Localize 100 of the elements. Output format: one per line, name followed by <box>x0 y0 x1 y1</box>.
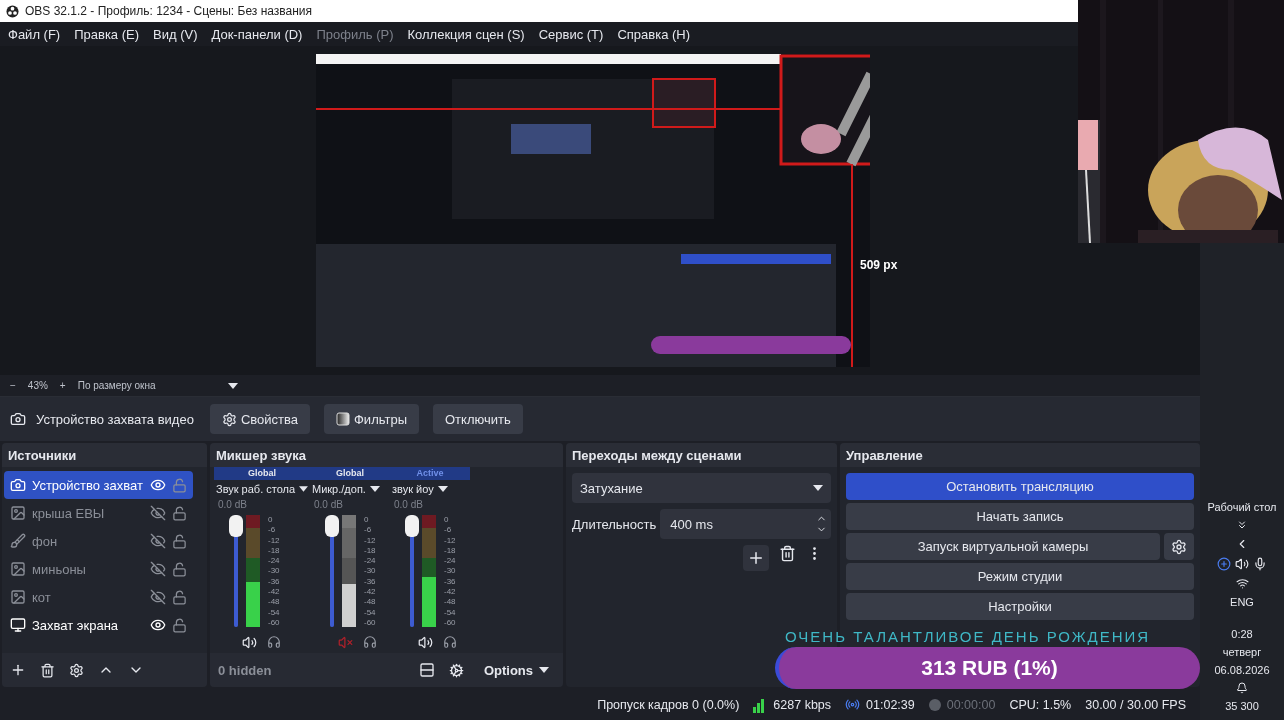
control-button[interactable]: Остановить трансляцию <box>846 473 1194 500</box>
channel-tag: Global <box>214 467 310 480</box>
fader-handle[interactable] <box>229 515 243 537</box>
source-item[interactable]: Захват экрана <box>4 611 193 639</box>
eye-off-icon[interactable] <box>150 533 166 549</box>
control-button[interactable]: Настройки <box>846 593 1194 620</box>
eye-off-icon[interactable] <box>150 505 166 521</box>
zoom-mode-dropdown[interactable]: По размеру окна <box>77 380 216 391</box>
menu-item[interactable]: Сервис (T) <box>538 26 604 42</box>
eye-off-icon[interactable] <box>150 561 166 577</box>
panel-title: Переходы между сценами <box>566 443 837 467</box>
add-button[interactable] <box>743 545 769 571</box>
image-icon <box>10 561 26 577</box>
unlock-icon[interactable] <box>172 589 187 605</box>
chevrons-down-icon[interactable] <box>1236 519 1248 531</box>
zoom-in-button[interactable]: + <box>59 380 66 391</box>
advanced-settings-icon[interactable] <box>448 662 464 678</box>
notification-icon[interactable] <box>1236 682 1248 694</box>
cpu-usage: CPU: 1.5% <box>1009 697 1072 712</box>
scale-label: -24 <box>444 556 456 566</box>
menu-item[interactable]: Вид (V) <box>153 26 198 42</box>
scale-label: -54 <box>444 607 456 617</box>
volume-reading: 0.0 dB <box>393 498 424 511</box>
speaker-icon[interactable] <box>418 635 433 650</box>
menu-item[interactable]: Правка (E) <box>74 26 140 42</box>
transition-dropdown[interactable]: Затухание <box>572 473 831 503</box>
desktop-label[interactable]: Рабочий стол <box>1207 501 1277 513</box>
toolbar-button[interactable]: Отключить <box>433 404 523 434</box>
headphones-icon[interactable] <box>443 635 457 649</box>
caret-icon <box>539 667 549 673</box>
microphone-icon[interactable] <box>1253 557 1267 571</box>
caret-icon <box>227 382 238 389</box>
options-button[interactable]: Options <box>477 661 555 679</box>
panel-title: Микшер звука <box>210 443 563 467</box>
language-indicator[interactable]: ENG <box>1230 596 1254 608</box>
trash-icon[interactable] <box>779 545 796 562</box>
source-item[interactable]: Устройство захват <box>4 471 193 499</box>
source-name: Устройство захвата видео <box>36 411 194 427</box>
add-icon[interactable] <box>10 662 26 678</box>
toolbar-button[interactable]: Фильтры <box>324 404 419 434</box>
counter: 35 300 <box>1225 700 1259 712</box>
eye-off-icon[interactable] <box>150 589 166 605</box>
headphones-icon[interactable] <box>267 635 281 649</box>
gear-icon <box>1171 538 1187 555</box>
clock-time: 0:28 <box>1231 628 1253 640</box>
headphones-icon[interactable] <box>363 635 377 649</box>
control-button[interactable]: Режим студии <box>846 563 1194 590</box>
fader-handle[interactable] <box>405 515 419 537</box>
unlock-icon[interactable] <box>172 533 187 549</box>
duration-field[interactable]: 400 ms <box>660 509 831 539</box>
image-icon <box>10 505 26 521</box>
guide-label: 509 px <box>860 258 898 272</box>
hidden-count: 0 hidden <box>218 662 272 678</box>
trash-icon[interactable] <box>40 662 55 678</box>
channel-name[interactable]: Микр./доп. <box>310 480 390 498</box>
scale-label: -42 <box>444 587 456 597</box>
settings-button[interactable] <box>1164 533 1194 560</box>
control-button[interactable]: Запуск виртуальной камеры <box>846 533 1160 560</box>
scale-label: -36 <box>364 576 376 586</box>
eye-icon[interactable] <box>150 617 166 633</box>
settings-icon[interactable] <box>69 662 84 678</box>
source-item[interactable]: миньоны <box>4 555 193 583</box>
window-title: OBS 32.1.2 - Профиль: 1234 - Сцены: Без названия <box>25 4 313 18</box>
scale-label: -18 <box>444 545 456 555</box>
wifi-icon[interactable] <box>1235 577 1249 590</box>
scale-label: -30 <box>444 566 456 576</box>
menu-item[interactable]: Справка (H) <box>617 26 691 42</box>
unlock-icon[interactable] <box>172 505 187 521</box>
scale-label: -54 <box>364 607 376 617</box>
zoom-level: 43% <box>27 380 48 391</box>
source-item[interactable]: крыша ЕВЫ <box>4 499 193 527</box>
scale-label: -36 <box>444 576 456 586</box>
layout-icon[interactable] <box>418 662 435 678</box>
scale-label: -48 <box>364 597 376 607</box>
channel-name[interactable]: звук йоу <box>390 480 470 498</box>
channel-tag: Global <box>310 467 390 480</box>
control-button[interactable]: Начать запись <box>846 503 1194 530</box>
volume-reading: 0.0 dB <box>217 498 248 511</box>
scale-label: -24 <box>268 556 280 566</box>
gear-icon <box>221 411 237 427</box>
fader-handle[interactable] <box>325 515 339 537</box>
scale-label: -12 <box>364 535 376 545</box>
scale-label: 0 <box>268 515 274 524</box>
menu-item[interactable]: Док-панели (D) <box>211 26 303 42</box>
menu-item[interactable]: Файл (F) <box>8 26 61 42</box>
filter-icon <box>336 412 350 426</box>
speaker-icon[interactable] <box>1235 557 1249 571</box>
app-tray-icon[interactable] <box>1217 557 1231 571</box>
scale-label: -18 <box>268 545 280 555</box>
menu-item[interactable]: Коллекция сцен (S) <box>407 26 525 42</box>
channel-name[interactable]: Звук раб. стола <box>214 480 310 498</box>
unlock-icon[interactable] <box>172 617 187 633</box>
toolbar-button[interactable]: Свойства <box>209 404 310 434</box>
speaker-icon[interactable] <box>242 635 257 650</box>
unlock-icon[interactable] <box>172 561 187 577</box>
panel-title: Управление <box>840 443 1200 467</box>
zoom-out-button[interactable]: − <box>10 380 16 391</box>
source-item[interactable]: кот <box>4 583 193 611</box>
eye-icon[interactable] <box>150 477 166 493</box>
source-item[interactable]: фон <box>4 527 193 555</box>
